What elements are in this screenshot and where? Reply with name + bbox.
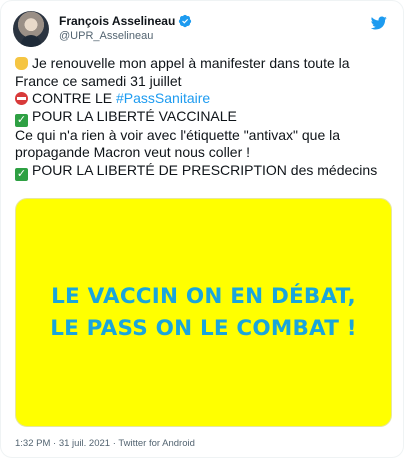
image-text-line-2: LE PASS ON LE COMBAT !	[50, 315, 357, 341]
no-entry-icon	[15, 92, 28, 105]
author-name-row[interactable]: François Asselineau	[59, 14, 192, 28]
tweet-line-2: France ce samedi 31 juillet	[15, 72, 182, 89]
image-text-line-1: LE VACCIN ON EN DÉBAT,	[51, 283, 356, 309]
tweet-line-7-text: POUR LA LIBERTÉ DE PRESCRIPTION des méde…	[32, 161, 378, 178]
verified-badge-icon	[179, 14, 192, 28]
author-handle[interactable]: @UPR_Asselineau	[59, 30, 153, 42]
tweet-timestamp[interactable]: 1:32 PM · 31 juil. 2021 · Twitter for An…	[15, 438, 195, 449]
tweet-line-7: ✓ POUR LA LIBERTÉ DE PRESCRIPTION des méd…	[15, 162, 399, 181]
tweet-line-6: propagande Macron veut nous coller !	[15, 144, 251, 160]
tweet-image[interactable]: LE VACCIN ON EN DÉBAT, LE PASS ON LE COM…	[15, 198, 392, 427]
tweet-line-4-text: POUR LA LIBERTÉ VACCINALE	[32, 107, 237, 124]
tweet-line-1-text: Je renouvelle mon appel à manifester dan…	[32, 55, 350, 71]
hashtag-link[interactable]: #PassSanitaire	[116, 90, 210, 106]
check-mark-icon: ✓	[15, 113, 28, 127]
author-name[interactable]: François Asselineau	[59, 14, 175, 28]
tweet-line-3: CONTRE LE #PassSanitaire	[15, 90, 399, 108]
tweet-line-5: Ce qui n'a rien à voir avec l'étiquette …	[15, 126, 341, 143]
check-mark-icon: ✓	[15, 167, 28, 181]
tweet-line-1: Je renouvelle mon appel à manifester dan…	[15, 55, 399, 73]
tweet-line-3-text: CONTRE LE	[32, 90, 117, 106]
avatar[interactable]	[13, 11, 49, 47]
twitter-bird-icon[interactable]	[371, 15, 387, 31]
tweet-card[interactable]: François Asselineau @UPR_Asselineau Je r…	[0, 0, 404, 458]
tweet-line-4: ✓ POUR LA LIBERTÉ VACCINALE	[15, 108, 399, 127]
tweet-text: Je renouvelle mon appel à manifester dan…	[15, 55, 399, 181]
raised-fist-icon	[15, 57, 28, 70]
